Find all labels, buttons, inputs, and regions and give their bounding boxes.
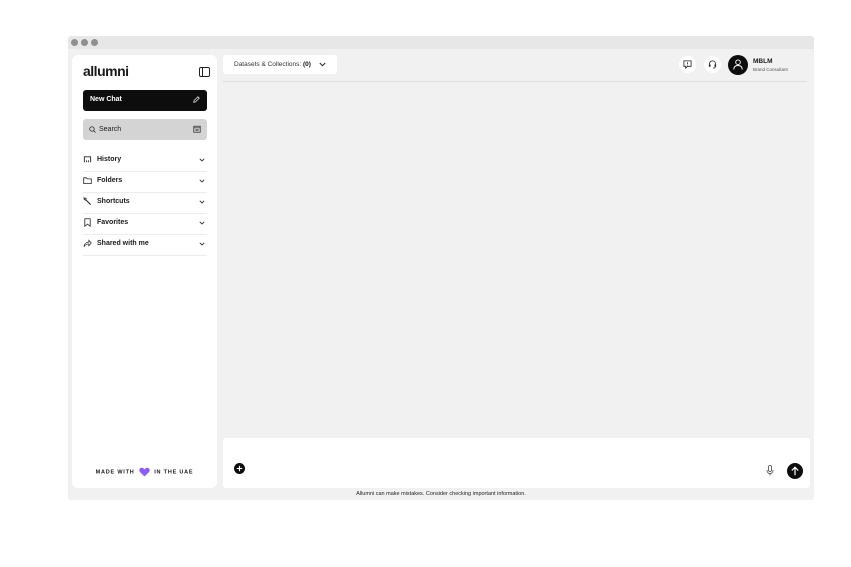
user-icon [733,59,743,70]
shortcut-icon [83,197,92,206]
microphone-icon[interactable] [766,465,774,476]
window-titlebar [68,36,814,49]
calendar-icon[interactable] [193,125,201,133]
made-with-location: IN THE UAE [154,469,194,476]
chevron-down-icon [199,200,205,204]
arrow-up-icon [791,466,799,476]
sidebar-item-label: Favorites [97,219,129,226]
plus-icon [236,465,243,472]
feedback-icon [683,60,692,69]
sidebar-item-history[interactable]: History [83,150,207,172]
top-bar: Datasets & Collections: (0) MBLM Brand C… [223,55,807,82]
datasets-label-text: Datasets & Collections: [234,61,302,68]
search-icon [89,126,96,133]
new-chat-label: New Chat [90,96,122,103]
chevron-down-icon [199,242,205,246]
datasets-collections-dropdown[interactable]: Datasets & Collections: (0) [223,55,337,74]
window-minimize-dot[interactable] [81,39,88,46]
app-window: allumni New Chat Search History Folders … [68,36,814,500]
app-logo: allumni [83,63,129,79]
search-label: Search [99,126,122,133]
chevron-down-icon [319,62,326,67]
sidebar-item-shortcuts[interactable]: Shortcuts [83,192,207,214]
sidebar-item-label: Folders [97,177,123,184]
sidebar-item-label: Shortcuts [97,198,130,205]
disclaimer-text: Allumni can make mistakes. Consider chec… [356,491,526,497]
sidebar-item-favorites[interactable]: Favorites [83,213,207,235]
heart-icon [139,467,150,477]
edit-icon [193,96,200,103]
datasets-count: (0) [303,61,311,68]
user-name: MBLM [753,58,773,65]
feedback-button[interactable] [679,56,696,73]
support-button[interactable] [704,56,721,73]
headset-icon [708,60,717,69]
sidebar-item-label: Shared with me [97,240,149,247]
sidebar-item-label: History [97,156,122,163]
made-with-badge: MADE WITH IN THE UAE [72,467,217,477]
share-icon [83,239,92,247]
window-close-dot[interactable] [71,39,78,46]
send-button[interactable] [787,463,803,479]
bookmark-icon [84,218,91,227]
datasets-label: Datasets & Collections: (0) [234,61,311,68]
chevron-down-icon [199,158,205,162]
chevron-down-icon [199,221,205,225]
history-icon [83,156,92,163]
window-maximize-dot[interactable] [91,39,98,46]
avatar[interactable] [728,55,748,75]
made-with-text: MADE WITH [95,469,135,476]
message-composer[interactable] [223,438,810,488]
chevron-down-icon [199,179,205,183]
user-role: Brand Consultant [753,67,788,72]
sidebar-toggle-icon[interactable] [199,67,210,77]
sidebar-item-folders[interactable]: Folders [83,171,207,193]
new-chat-button[interactable]: New Chat [83,90,207,111]
attach-button[interactable] [234,463,245,474]
sidebar-item-shared-with-me[interactable]: Shared with me [83,234,207,256]
folder-icon [83,177,92,185]
search-button[interactable]: Search [83,119,207,140]
sidebar: allumni New Chat Search History Folders … [72,55,217,488]
